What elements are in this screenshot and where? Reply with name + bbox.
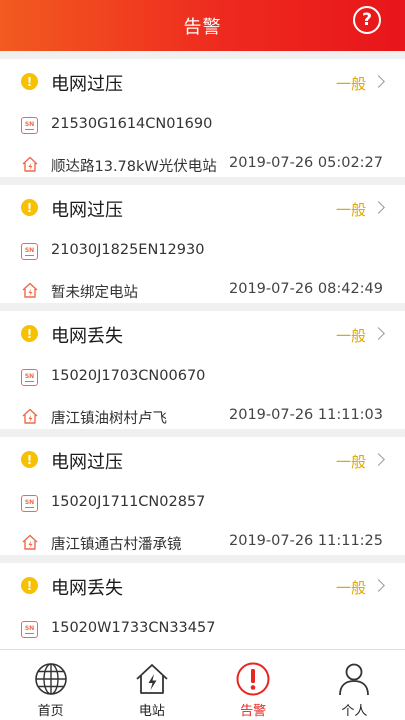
station-bolt-icon xyxy=(22,282,38,298)
alarm-time: 2019-07-26 05:02:27 xyxy=(229,155,383,171)
tab-label: 告警 xyxy=(240,704,267,719)
app-header: 告警 ? xyxy=(0,0,405,51)
alarm-title: 电网过压 xyxy=(51,74,123,95)
warning-icon: ! xyxy=(21,577,38,594)
tab-alarms[interactable]: 告警 xyxy=(203,650,304,720)
tab-label: 首页 xyxy=(37,704,64,719)
station-name: 暂未绑定电站 xyxy=(51,285,138,301)
page-title: 告警 xyxy=(183,16,222,38)
device-sn: 21530G1614CN01690 xyxy=(51,116,213,132)
alert-icon xyxy=(236,662,270,696)
alarm-level: 一般 xyxy=(335,327,366,345)
alarm-level: 一般 xyxy=(335,579,366,597)
bottom-tab-bar: 首页 电站 告警 个人 xyxy=(0,649,405,720)
device-sn: 15020W1733CN33457 xyxy=(51,620,216,636)
station-bolt-icon xyxy=(22,534,38,550)
alarm-time: 2019-07-26 11:11:03 xyxy=(229,407,383,423)
help-icon: ? xyxy=(362,10,372,30)
globe-icon xyxy=(34,663,67,695)
sn-badge-icon: SN xyxy=(21,369,38,386)
chevron-right-icon[interactable] xyxy=(372,201,385,214)
alarm-card[interactable]: ! 电网过压 一般 SN 21530G1614CN01690 顺达路13.78k… xyxy=(0,59,405,177)
station-name: 唐江镇通古村潘承镜 xyxy=(51,537,182,553)
station-bolt-icon xyxy=(22,408,38,424)
warning-icon: ! xyxy=(21,451,38,468)
house-bolt-icon xyxy=(136,664,168,694)
alarm-card[interactable]: ! 电网丢失 一般 SN 15020J1703CN00670 唐江镇油树村卢飞 … xyxy=(0,311,405,429)
tab-label: 个人 xyxy=(341,704,368,719)
sn-badge-icon: SN xyxy=(21,243,38,260)
chevron-right-icon[interactable] xyxy=(372,327,385,340)
tab-home[interactable]: 首页 xyxy=(0,650,101,720)
chevron-right-icon[interactable] xyxy=(372,579,385,592)
device-sn: 15020J1711CN02857 xyxy=(51,494,206,510)
tab-stations[interactable]: 电站 xyxy=(101,650,202,720)
alarm-title: 电网过压 xyxy=(51,200,123,221)
chevron-right-icon[interactable] xyxy=(372,75,385,88)
station-bolt-icon xyxy=(22,156,38,172)
tab-label: 电站 xyxy=(138,704,165,719)
sn-badge-icon: SN xyxy=(21,621,38,638)
device-sn: 15020J1703CN00670 xyxy=(51,368,206,384)
station-name: 唐江镇油树村卢飞 xyxy=(51,411,167,427)
person-icon xyxy=(339,663,370,696)
alarm-title: 电网过压 xyxy=(51,452,123,473)
alarm-card[interactable]: ! 电网丢失 一般 SN 15020W1733CN33457 xyxy=(0,563,405,649)
tab-profile[interactable]: 个人 xyxy=(304,650,405,720)
station-name: 顺达路13.78kW光伏电站 xyxy=(51,159,217,175)
alarm-card[interactable]: ! 电网过压 一般 SN 21030J1825EN12930 暂未绑定电站 20… xyxy=(0,185,405,303)
help-button[interactable]: ? xyxy=(353,6,381,34)
alarm-time: 2019-07-26 11:11:25 xyxy=(229,533,383,549)
device-sn: 21030J1825EN12930 xyxy=(51,242,205,258)
alarm-level: 一般 xyxy=(335,75,366,93)
alarm-card[interactable]: ! 电网过压 一般 SN 15020J1711CN02857 唐江镇通古村潘承镜… xyxy=(0,437,405,555)
warning-icon: ! xyxy=(21,199,38,216)
alarm-level: 一般 xyxy=(335,201,366,219)
alarm-list[interactable]: ! 电网过压 一般 SN 21530G1614CN01690 顺达路13.78k… xyxy=(0,51,405,649)
warning-icon: ! xyxy=(21,325,38,342)
sn-badge-icon: SN xyxy=(21,495,38,512)
chevron-right-icon[interactable] xyxy=(372,453,385,466)
alarm-level: 一般 xyxy=(335,453,366,471)
alarm-title: 电网丢失 xyxy=(51,326,123,347)
alarm-title: 电网丢失 xyxy=(51,578,123,599)
alarm-time: 2019-07-26 08:42:49 xyxy=(229,281,383,297)
sn-badge-icon: SN xyxy=(21,117,38,134)
warning-icon: ! xyxy=(21,73,38,90)
